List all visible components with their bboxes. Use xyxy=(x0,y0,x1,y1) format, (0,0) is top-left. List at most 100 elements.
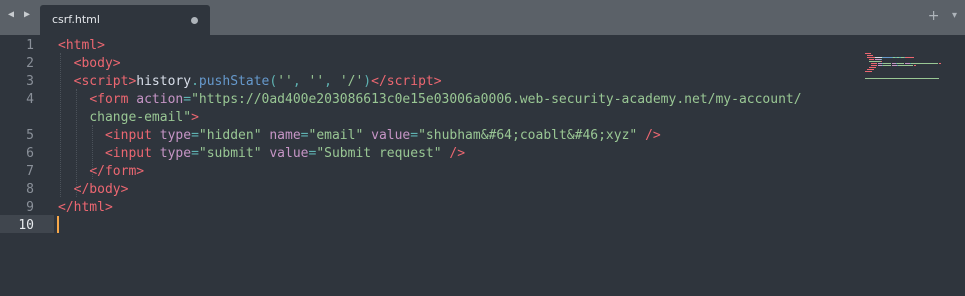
code-line[interactable]: </body> xyxy=(58,181,129,199)
minimap[interactable] xyxy=(865,39,951,79)
line-number: 9 xyxy=(26,200,34,215)
code-token: <html xyxy=(58,38,98,53)
code-line[interactable]: <script>history.pushState('', '', '/')</… xyxy=(58,73,442,91)
code-token: pushState xyxy=(198,74,270,89)
minimap-row xyxy=(865,55,951,70)
text-cursor xyxy=(57,216,59,233)
code-token: </html xyxy=(58,200,105,215)
code-token: "https://0ad400e203086613c0e15e03006a000… xyxy=(191,92,802,107)
code-token: ) xyxy=(363,74,372,89)
code-token: , xyxy=(324,74,340,89)
code-token: > xyxy=(112,56,121,71)
line-number: 4 xyxy=(26,92,34,107)
code-token: = xyxy=(191,128,199,143)
code-line[interactable]: change-email"> xyxy=(58,109,199,127)
line-number xyxy=(0,109,34,127)
code-token: "Submit request" xyxy=(316,146,442,161)
minimap-row xyxy=(865,45,951,79)
code-line[interactable]: <body> xyxy=(58,55,121,73)
code-token: </script xyxy=(371,74,434,89)
code-token: "hidden" xyxy=(198,128,262,143)
minimap-row xyxy=(865,39,951,54)
tab-title: csrf.html xyxy=(52,13,100,26)
code-token: action xyxy=(136,92,184,107)
unsaved-dot-icon[interactable] xyxy=(191,17,198,24)
code-token: . xyxy=(191,74,199,89)
code-token: <body xyxy=(73,56,113,71)
code-editor[interactable]: 1 2 3 4 5 6 7 8 9 10 <html> <body> <script>histor… xyxy=(0,35,965,296)
minimap-row xyxy=(865,47,951,62)
line-number-gutter: 1 2 3 4 5 6 7 8 9 10 xyxy=(0,35,54,296)
code-token: > xyxy=(104,200,113,215)
line-number: 3 xyxy=(26,74,34,89)
line-number: 2 xyxy=(26,56,34,71)
code-line[interactable]: </html> xyxy=(58,199,113,217)
code-token: type xyxy=(159,146,192,161)
code-token: name xyxy=(269,128,301,143)
code-token: "submit" xyxy=(198,146,262,161)
minimap-row xyxy=(865,41,951,56)
code-token: </body xyxy=(73,182,121,197)
minimap-row xyxy=(865,49,951,64)
code-token: value xyxy=(269,146,309,161)
code-token: /> xyxy=(449,146,466,161)
code-token: type xyxy=(159,128,192,143)
code-token: = xyxy=(300,128,309,143)
code-token: > xyxy=(433,74,442,89)
code-token: <script xyxy=(73,74,129,89)
code-token: </form xyxy=(89,164,137,179)
indent-guide xyxy=(76,89,78,197)
code-token: = xyxy=(410,128,419,143)
tab-bar-controls: + ▾ xyxy=(920,8,957,24)
tab-nav-arrows[interactable]: ◀ ▶ xyxy=(8,9,32,20)
code-token: "shubham&#64;coablt&#46;xyz" xyxy=(418,128,638,143)
code-token: , xyxy=(292,74,309,89)
line-number: 5 xyxy=(26,128,34,143)
code-token: <input xyxy=(104,146,152,161)
code-token: <form xyxy=(89,92,129,107)
line-number: 8 xyxy=(26,182,34,197)
line-number: 1 xyxy=(26,38,34,53)
code-token: /> xyxy=(645,128,661,143)
minimap-row xyxy=(865,51,951,66)
code-line[interactable]: <html> xyxy=(58,37,105,55)
code-token: '' xyxy=(277,74,293,89)
code-line[interactable]: <form action="https://0ad400e203086613c0… xyxy=(58,91,802,109)
code-line[interactable]: <input type="submit" value="Submit reque… xyxy=(58,145,465,163)
minimap-row xyxy=(865,53,951,68)
code-token: <input xyxy=(104,128,152,143)
line-number: 6 xyxy=(26,146,34,161)
line-number: 7 xyxy=(26,164,34,179)
code-token: > xyxy=(136,164,145,179)
code-token: '' xyxy=(308,74,325,89)
code-token: '/' xyxy=(339,74,364,89)
new-tab-icon[interactable]: + xyxy=(928,8,940,24)
line-number: 10 xyxy=(18,218,34,233)
indent-guide xyxy=(60,53,62,197)
tab-csrf-html[interactable]: csrf.html xyxy=(40,5,210,35)
code-token: value xyxy=(371,128,411,143)
code-token: "email" xyxy=(308,128,364,143)
code-line[interactable]: <input type="hidden" name="email" value=… xyxy=(58,127,661,145)
code-token: = xyxy=(183,92,192,107)
code-token: > xyxy=(120,182,129,197)
tab-menu-icon[interactable]: ▾ xyxy=(952,10,957,21)
minimap-row xyxy=(865,43,951,58)
code-token: ( xyxy=(269,74,278,89)
code-token: change-email" xyxy=(89,110,192,125)
code-token: > xyxy=(97,38,105,53)
indent-guide xyxy=(92,125,94,179)
tab-bar: ◀ ▶ csrf.html + ▾ xyxy=(0,0,965,35)
code-line[interactable]: </form> xyxy=(58,163,144,181)
code-token: history xyxy=(136,74,192,89)
code-token: = xyxy=(191,146,199,161)
